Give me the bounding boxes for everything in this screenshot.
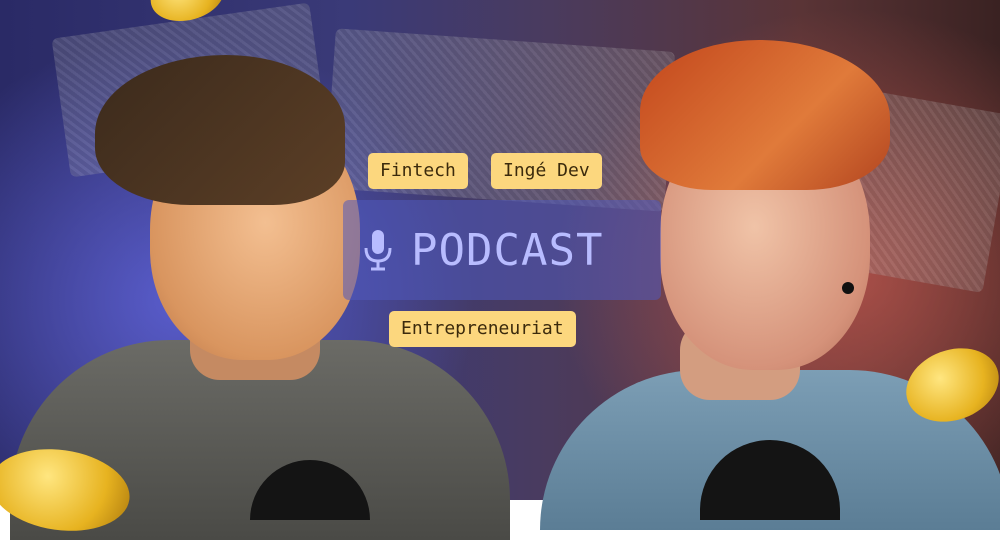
tag-inge-dev: Ingé Dev: [491, 153, 602, 189]
microphone-icon: [361, 228, 395, 272]
podcast-title: PODCAST: [411, 224, 604, 276]
tag-entrepreneuriat: Entrepreneuriat: [389, 311, 576, 347]
podcast-banner: PODCAST: [343, 200, 661, 300]
tag-fintech: Fintech: [368, 153, 468, 189]
earring: [842, 282, 854, 294]
left-guest-hair: [95, 55, 345, 205]
